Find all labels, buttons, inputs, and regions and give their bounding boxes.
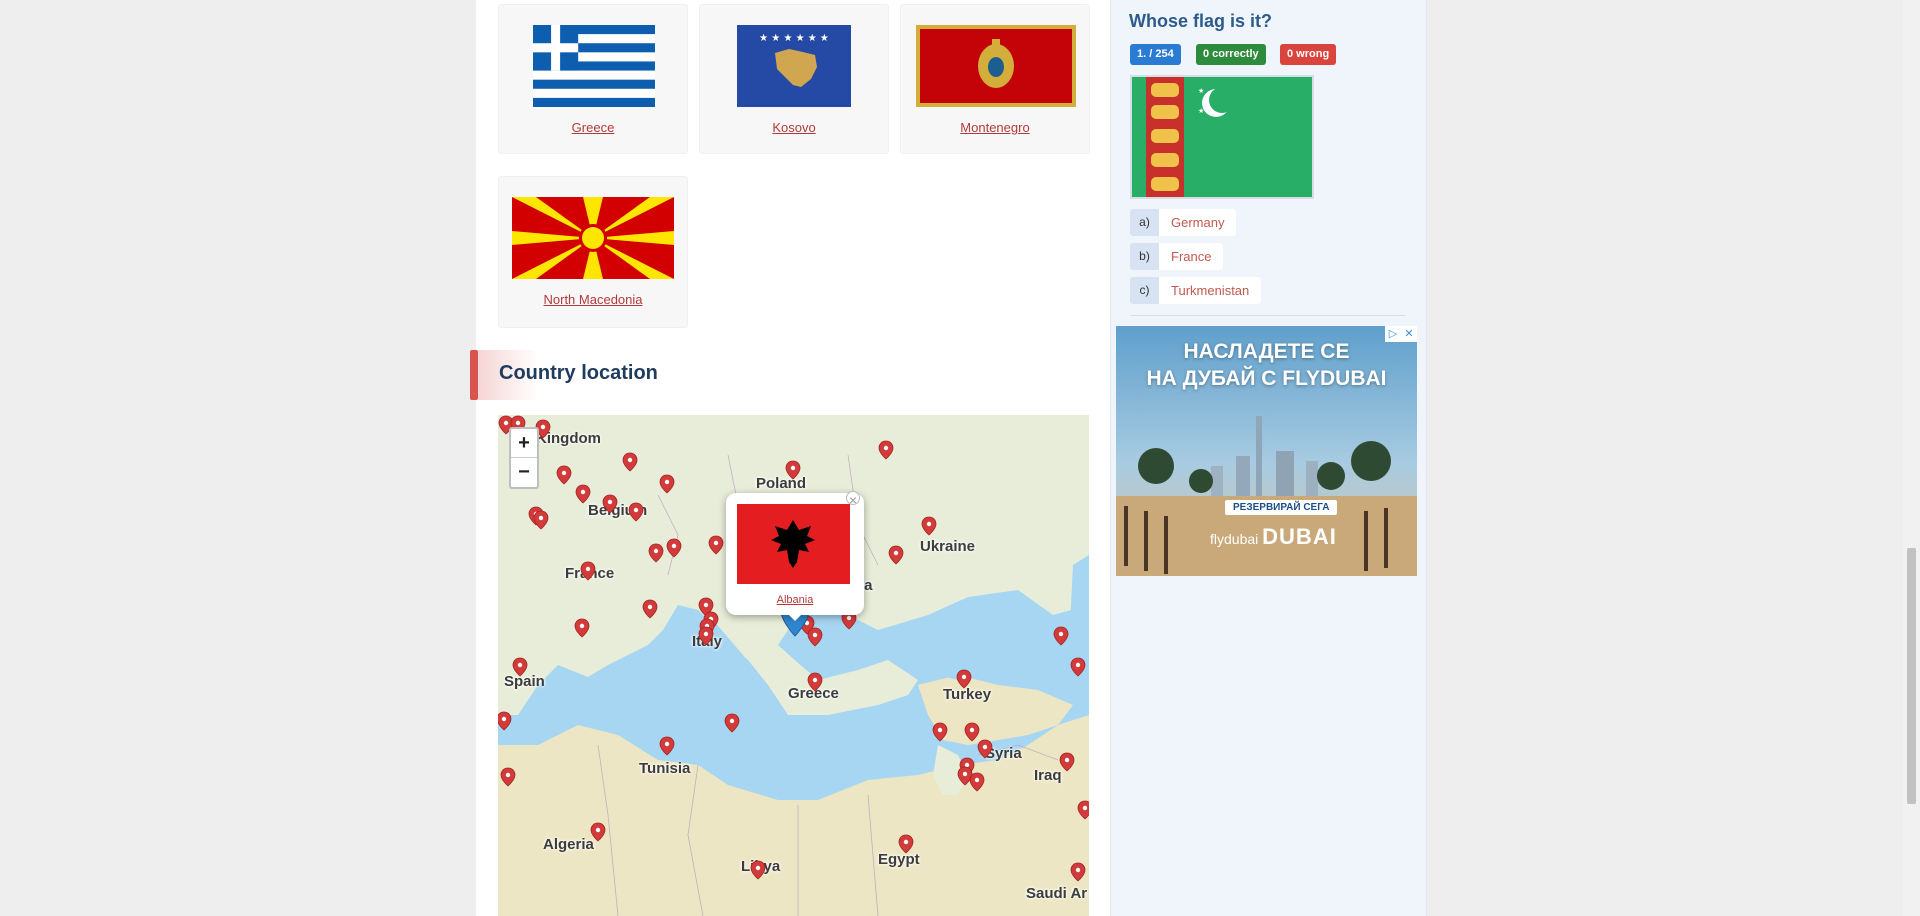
advertisement[interactable]: НАСЛАДЕТЕ СЕ НА ДУБАЙ С FLYDUBAI РЕЗЕРВИ… xyxy=(1116,326,1417,576)
north-macedonia-flag xyxy=(512,197,674,279)
svg-text:★: ★ xyxy=(1198,107,1204,115)
ad-info-icon[interactable]: ▷ xyxy=(1385,326,1401,342)
section-title: Country location xyxy=(499,362,658,384)
svg-text:★: ★ xyxy=(1198,87,1204,95)
ad-headline-line-1: НАСЛАДЕТЕ СЕ xyxy=(1183,340,1350,363)
country-markers xyxy=(498,415,1089,882)
answer-label[interactable]: France xyxy=(1159,243,1224,270)
correct-badge: 0 correctly xyxy=(1196,44,1266,65)
map-popup: × Albania xyxy=(726,491,864,615)
popup-close-icon[interactable]: × xyxy=(846,491,860,508)
scrollbar-thumb[interactable] xyxy=(1907,548,1916,804)
answer-label[interactable]: Germany xyxy=(1159,209,1237,236)
quiz-flag-image: ★ ★ ★ xyxy=(1130,75,1314,199)
neighbor-link[interactable]: North Macedonia xyxy=(499,292,687,307)
ad-controls: ▷ ✕ xyxy=(1385,326,1417,342)
neighbor-card-north-macedonia[interactable]: North Macedonia xyxy=(498,176,688,328)
kosovo-flag: ★ ★ ★ ★ ★ ★ xyxy=(737,25,851,107)
answer-letter: b) xyxy=(1130,243,1159,270)
progress-badge: 1. / 254 xyxy=(1130,44,1181,65)
answer-letter: c) xyxy=(1130,277,1159,304)
quiz-title: Whose flag is it? xyxy=(1129,11,1273,31)
heading-accent-bar xyxy=(470,350,478,400)
zoom-out-button[interactable]: − xyxy=(511,458,537,487)
neighbor-card-montenegro[interactable]: Montenegro xyxy=(900,4,1090,154)
ad-close-icon[interactable]: ✕ xyxy=(1401,326,1417,342)
montenegro-flag xyxy=(916,25,1076,107)
country-map[interactable]: Kingdom Poland Belgium Ukraine France It… xyxy=(498,415,1089,916)
svg-text:★: ★ xyxy=(1202,97,1208,105)
neighbor-card-kosovo[interactable]: ★ ★ ★ ★ ★ ★ Kosovo xyxy=(699,4,889,154)
popup-country-link[interactable]: Albania xyxy=(726,594,864,606)
albania-flag xyxy=(737,504,850,584)
neighbor-link[interactable]: Montenegro xyxy=(901,120,1089,135)
ad-brand-dubai: DUBAI xyxy=(1262,524,1337,549)
ad-brand: flydubai DUBAI xyxy=(1210,524,1337,550)
sidebar-divider xyxy=(1130,315,1405,316)
ad-headline-line-2: НА ДУБАЙ С FLYDUBAI xyxy=(1146,367,1387,390)
answer-label[interactable]: Turkmenistan xyxy=(1159,277,1262,304)
neighbor-link[interactable]: Greece xyxy=(499,120,687,135)
popup-tip xyxy=(785,611,805,621)
section-heading: Country location xyxy=(470,350,670,400)
ad-brand-flydubai: flydubai xyxy=(1210,531,1259,547)
zoom-control: + − xyxy=(509,427,539,489)
greece-flag xyxy=(533,25,655,107)
answer-letter: a) xyxy=(1130,209,1159,236)
neighbor-link[interactable]: Kosovo xyxy=(700,120,888,135)
neighbor-card-greece[interactable]: Greece xyxy=(498,4,688,154)
wrong-badge: 0 wrong xyxy=(1280,44,1337,65)
ad-headline: НАСЛАДЕТЕ СЕ НА ДУБАЙ С FLYDUBAI xyxy=(1116,338,1417,392)
svg-text:★ ★ ★ ★ ★ ★: ★ ★ ★ ★ ★ ★ xyxy=(759,33,829,44)
zoom-in-button[interactable]: + xyxy=(511,429,537,458)
ad-cta-button[interactable]: РЕЗЕРВИРАЙ СЕГА xyxy=(1225,500,1338,515)
